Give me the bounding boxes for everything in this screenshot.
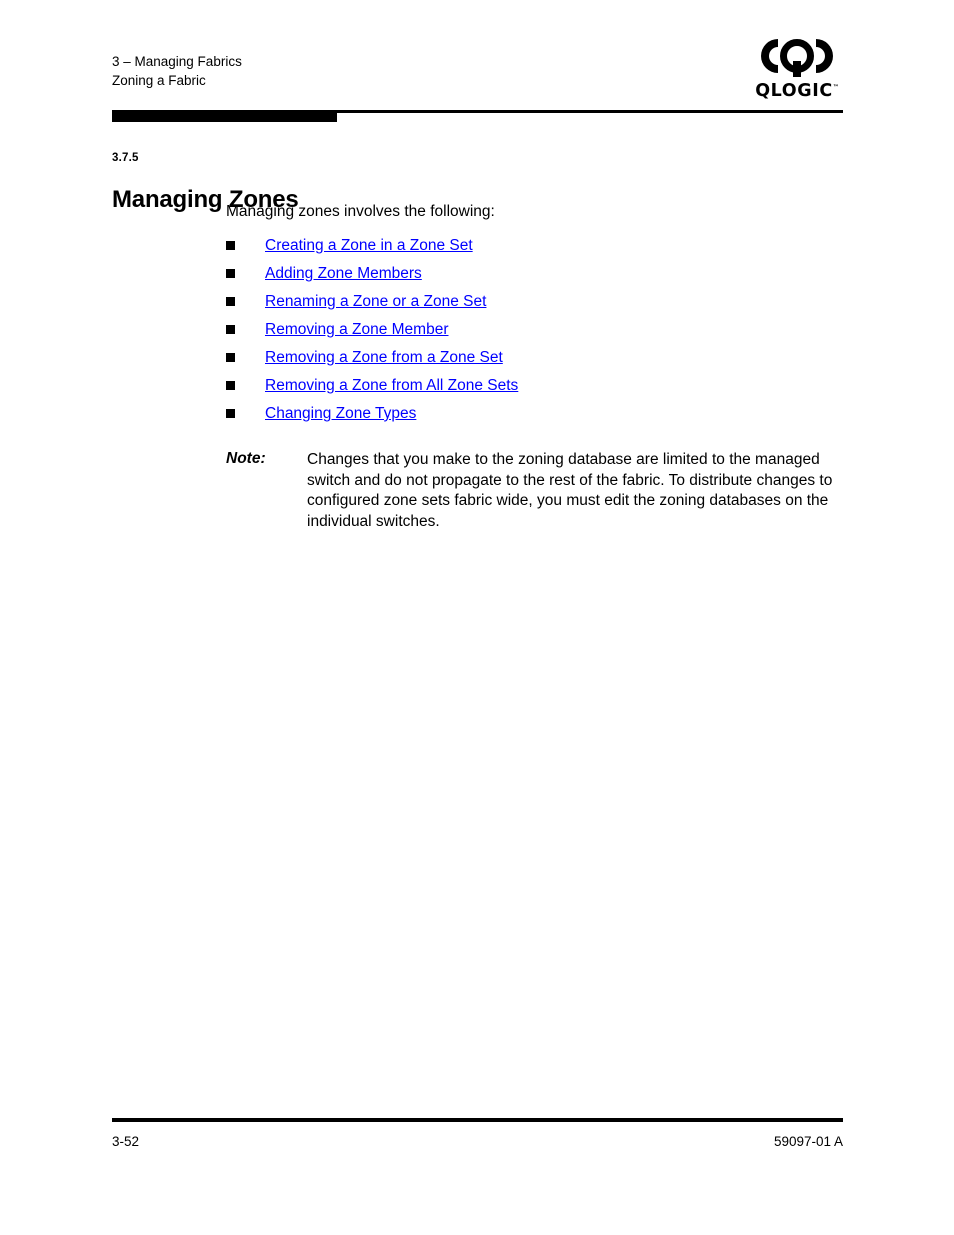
qlogic-wordmark: QLOGIC™ (751, 78, 843, 101)
note-label: Note: (226, 450, 266, 467)
link-removing-a-zone-from-all-zone-sets[interactable]: Removing a Zone from All Zone Sets (265, 372, 518, 400)
link-removing-a-zone-from-a-zone-set[interactable]: Removing a Zone from a Zone Set (265, 344, 503, 372)
note-text: Changes that you make to the zoning data… (307, 451, 833, 530)
link-removing-a-zone-member[interactable]: Removing a Zone Member (265, 316, 449, 344)
intro-paragraph: Managing zones involves the following: (226, 203, 495, 220)
square-bullet-icon (226, 325, 235, 334)
link-creating-a-zone-in-a-zone-set[interactable]: Creating a Zone in a Zone Set (265, 232, 473, 260)
qlogic-logo: QLOGIC™ (751, 36, 843, 106)
cross-reference-list: Creating a Zone in a Zone Set Adding Zon… (226, 232, 846, 428)
list-item[interactable]: Changing Zone Types (226, 400, 846, 428)
list-item[interactable]: Adding Zone Members (226, 260, 846, 288)
list-item[interactable]: Creating a Zone in a Zone Set (226, 232, 846, 260)
header-breadcrumb: 3 – Managing Fabrics Zoning a Fabric (112, 52, 843, 90)
square-bullet-icon (226, 297, 235, 306)
header-chapter-line: 3 – Managing Fabrics (112, 54, 242, 69)
list-item[interactable]: Removing a Zone from All Zone Sets (226, 372, 846, 400)
link-adding-zone-members[interactable]: Adding Zone Members (265, 260, 422, 288)
document-page: 3 – Managing Fabrics Zoning a Fabric QLO… (0, 0, 954, 1235)
page-number: 3-52 (112, 1134, 140, 1149)
qlogic-logo-mark-icon (761, 39, 833, 77)
document-number: 59097-01 A (773, 1134, 843, 1149)
square-bullet-icon (226, 241, 235, 250)
section-number: 3.7.5 (112, 152, 139, 164)
link-changing-zone-types[interactable]: Changing Zone Types (265, 400, 416, 428)
page-header: 3 – Managing Fabrics Zoning a Fabric QLO… (112, 39, 843, 101)
list-item[interactable]: Removing a Zone Member (226, 316, 846, 344)
link-renaming-a-zone-or-a-zone-set[interactable]: Renaming a Zone or a Zone Set (265, 288, 486, 316)
qlogic-wordmark-text: QLOGIC (755, 80, 833, 101)
square-bullet-icon (226, 269, 235, 278)
header-section-line: Zoning a Fabric (112, 73, 206, 88)
list-item[interactable]: Renaming a Zone or a Zone Set (226, 288, 846, 316)
header-divider-thick-block (112, 110, 337, 122)
square-bullet-icon (226, 381, 235, 390)
list-item[interactable]: Removing a Zone from a Zone Set (226, 344, 846, 372)
square-bullet-icon (226, 409, 235, 418)
square-bullet-icon (226, 353, 235, 362)
trademark-symbol: ™ (832, 84, 839, 91)
footer-divider (112, 1118, 843, 1122)
